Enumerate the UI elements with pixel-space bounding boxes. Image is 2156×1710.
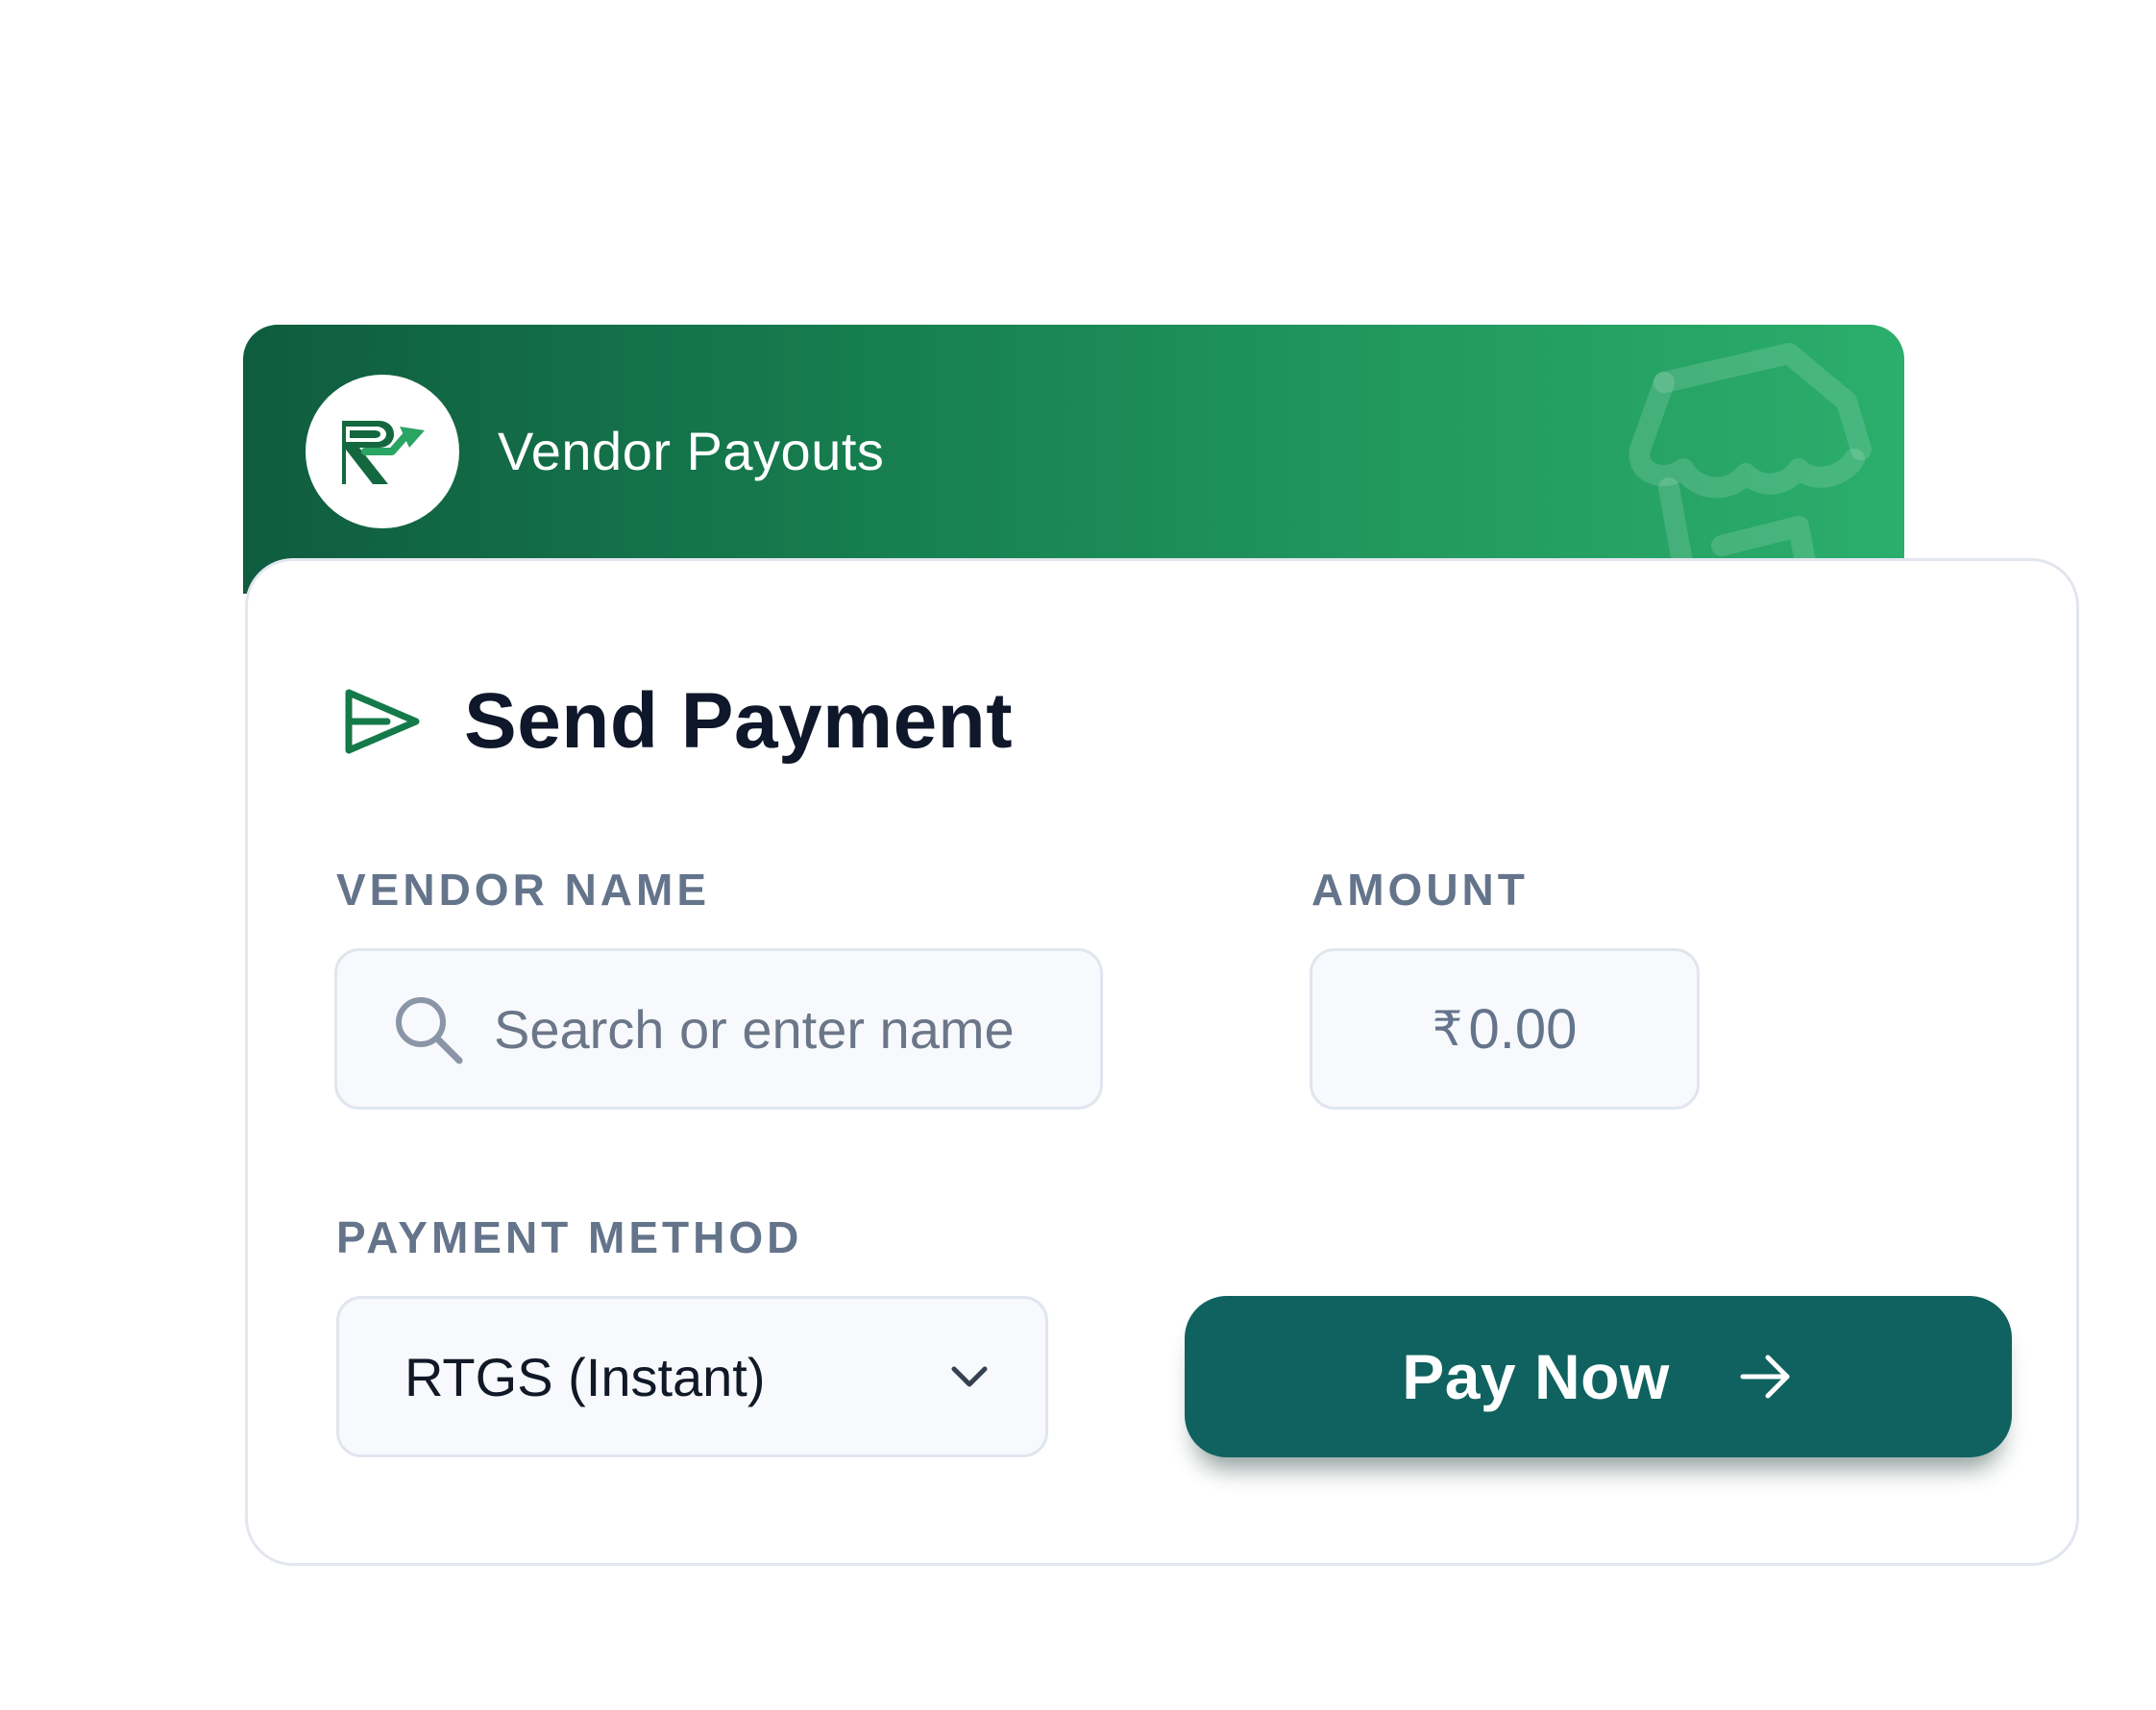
brand-logo xyxy=(306,375,459,528)
arrow-right-icon xyxy=(1740,1355,1790,1399)
pay-now-label: Pay Now xyxy=(1402,1341,1670,1412)
payment-card: Send Payment VENDOR NAME Search or enter… xyxy=(245,558,2079,1566)
header-banner: Vendor Payouts xyxy=(243,325,1904,594)
vendor-search-input[interactable]: Search or enter name xyxy=(334,948,1103,1110)
card-header: Send Payment xyxy=(344,669,1013,774)
storefront-icon xyxy=(1629,343,1872,594)
currency-symbol: ₹ xyxy=(1432,1002,1463,1056)
payment-method-label: PAYMENT METHOD xyxy=(336,1212,803,1262)
header-title: Vendor Payouts xyxy=(498,421,885,481)
amount-label: AMOUNT xyxy=(1311,865,1529,915)
payment-method-value: RTGS (Instant) xyxy=(404,1346,766,1407)
send-icon xyxy=(345,689,420,754)
payment-method-select[interactable]: RTGS (Instant) xyxy=(336,1296,1048,1457)
brand-logo-icon xyxy=(342,421,425,484)
vendor-name-label: VENDOR NAME xyxy=(336,865,711,915)
chevron-down-icon xyxy=(951,1366,988,1387)
pay-now-button[interactable]: Pay Now xyxy=(1185,1296,2012,1457)
search-icon xyxy=(396,997,463,1064)
page-title: Send Payment xyxy=(464,677,1014,765)
vendor-search-placeholder: Search or enter name xyxy=(494,998,1015,1060)
amount-value: 0.00 xyxy=(1468,997,1578,1061)
amount-input[interactable]: ₹ 0.00 xyxy=(1310,948,1700,1110)
vendor-payout-widget: Vendor Payouts Send Payment VENDOR NAME … xyxy=(0,0,2156,1710)
